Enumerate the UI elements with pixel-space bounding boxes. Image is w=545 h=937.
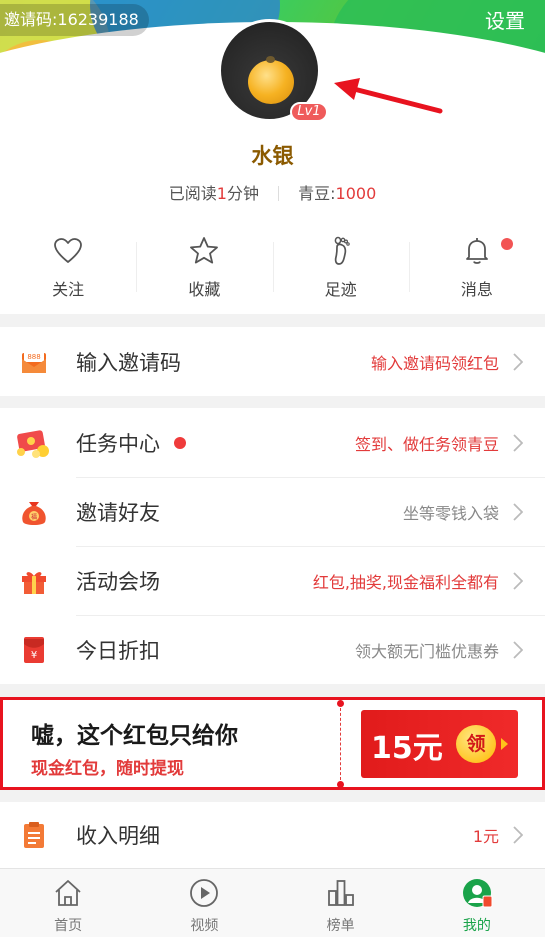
menu-row-activity[interactable]: 活动会场 红包,抽奖,现金福利全都有 <box>0 546 545 615</box>
play-icon <box>190 879 219 907</box>
level-badge: Lv1 <box>290 102 328 122</box>
menu-row-hint: 输入邀请码领红包 <box>370 353 499 373</box>
quick-action-label: 足迹 <box>324 280 357 299</box>
menu-row-title: 活动会场 <box>76 569 160 594</box>
annotation-arrow-icon <box>334 78 443 114</box>
stats-divider <box>278 186 280 201</box>
coupon-amount: 15元 <box>371 731 443 766</box>
chevron-right-icon <box>513 434 523 452</box>
unread-dot <box>500 238 513 250</box>
coupon-card[interactable]: 15元 领 <box>361 710 518 778</box>
quick-action-messages[interactable]: 消息 <box>408 226 545 310</box>
read-time-value: 1 <box>216 184 227 203</box>
menu-row-invite-friends[interactable]: 福 邀请好友 坐等零钱入袋 <box>0 477 545 546</box>
banner-subtitle: 现金红包，随时提现 <box>31 759 184 779</box>
menu-row-hint: 坐等零钱入袋 <box>402 503 499 523</box>
menu-section-income: 收入明细 1元 <box>0 802 545 868</box>
menu-row-discount[interactable]: ¥ 今日折扣 领大额无门槛优惠券 <box>0 615 545 684</box>
svg-text:888: 888 <box>27 353 40 361</box>
menu-row-title: 输入邀请码 <box>76 350 181 375</box>
tab-video[interactable]: 视频 <box>136 869 272 937</box>
banner-title: 嘘，这个红包只给你 <box>31 723 238 749</box>
red-packet-banner[interactable]: 嘘，这个红包只给你 现金红包，随时提现 15元 领 <box>0 697 545 790</box>
claim-button[interactable]: 领 <box>456 725 496 763</box>
chevron-right-icon <box>513 641 523 659</box>
envelope-888-icon: 888 <box>22 349 46 373</box>
quick-action-history[interactable]: 足迹 <box>272 226 409 310</box>
money-bag-icon: 福 <box>22 501 46 525</box>
menu-row-enter-invite-code[interactable]: 888 输入邀请码 输入邀请码领红包 <box>0 327 545 396</box>
chart-icon <box>327 880 354 906</box>
read-time-prefix: 已阅读 <box>168 184 217 203</box>
bell-icon <box>465 238 488 264</box>
quick-action-favorites[interactable]: 收藏 <box>136 226 272 310</box>
avatar-image <box>248 60 294 104</box>
tab-label: 视频 <box>190 918 219 934</box>
banner-divider <box>340 708 341 780</box>
menu-row-hint: 红包,抽奖,现金福利全都有 <box>312 572 499 592</box>
heart-icon <box>54 238 83 263</box>
svg-text:福: 福 <box>31 513 37 521</box>
menu-row-title: 收入明细 <box>76 824 160 848</box>
menu-row-title: 邀请好友 <box>76 500 160 525</box>
chevron-right-icon <box>513 503 523 521</box>
beans-label: 青豆: <box>298 184 336 203</box>
menu-section-invite: 888 输入邀请码 输入邀请码领红包 <box>0 327 545 396</box>
tab-home[interactable]: 首页 <box>0 869 136 937</box>
menu-row-income[interactable]: 收入明细 1元 <box>0 802 545 868</box>
menu-row-task-center[interactable]: 任务中心 签到、做任务领青豆 <box>0 408 545 477</box>
gift-icon <box>22 571 46 594</box>
menu-row-hint: 领大额无门槛优惠券 <box>354 641 499 661</box>
profile-stats: 已阅读1分钟 青豆:1000 <box>0 180 545 204</box>
menu-section-tasks: 任务中心 签到、做任务领青豆 福 邀请好友 坐等零钱入袋 活动会场 红包,抽奖,… <box>0 408 545 684</box>
chevron-right-icon <box>513 572 523 590</box>
quick-action-label: 关注 <box>52 280 85 299</box>
beans-value[interactable]: 1000 <box>336 184 377 203</box>
settings-button[interactable]: 设置 <box>485 6 525 36</box>
quick-action-label: 收藏 <box>188 280 221 299</box>
red-packet-icon <box>17 429 49 458</box>
tab-ranking[interactable]: 榜单 <box>273 869 409 937</box>
tab-label: 首页 <box>54 918 83 934</box>
tab-label: 榜单 <box>326 918 355 934</box>
username: 水银 <box>251 144 294 168</box>
play-triangle-icon <box>501 738 508 750</box>
chevron-right-icon <box>513 353 523 371</box>
menu-row-title: 任务中心 <box>76 431 160 456</box>
new-dot <box>174 436 186 449</box>
quick-actions: 关注 收藏 足迹 消息 <box>0 226 545 310</box>
bottom-tab-bar: 首页 视频 榜单 我的 <box>0 868 545 937</box>
quick-action-label: 消息 <box>460 280 493 299</box>
menu-row-title: 今日折扣 <box>76 638 160 663</box>
home-icon <box>55 880 81 906</box>
yuan-coupon-icon: ¥ <box>24 636 44 663</box>
footprint-icon <box>334 236 350 265</box>
tab-mine[interactable]: 我的 <box>409 869 545 937</box>
tab-label: 我的 <box>462 918 491 934</box>
menu-row-hint: 签到、做任务领青豆 <box>354 434 499 454</box>
invite-code-chip[interactable]: 邀请码:16239188 <box>0 4 149 36</box>
read-time-suffix: 分钟 <box>226 184 259 203</box>
star-icon <box>190 237 219 264</box>
svg-text:¥: ¥ <box>31 650 37 661</box>
quick-action-follow[interactable]: 关注 <box>0 226 136 310</box>
menu-row-hint: 1元 <box>472 827 499 846</box>
chevron-right-icon <box>513 826 523 844</box>
clipboard-icon <box>24 822 44 848</box>
profile-icon <box>462 879 493 908</box>
